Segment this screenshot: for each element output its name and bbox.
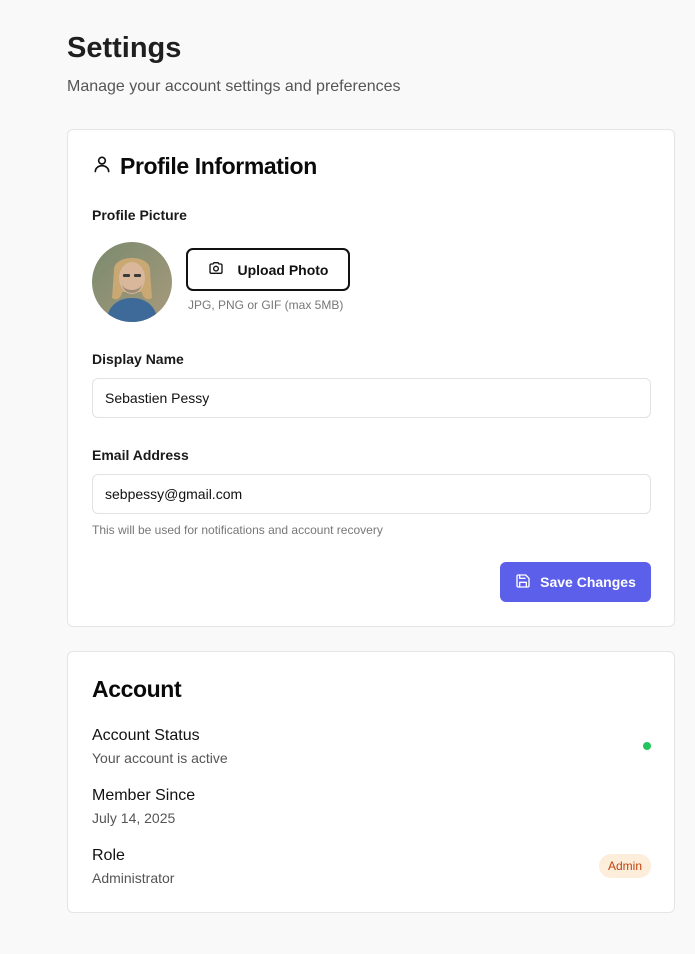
save-icon [515, 573, 531, 592]
role-value: Administrator [92, 870, 175, 886]
save-changes-button[interactable]: Save Changes [500, 562, 651, 602]
role-badge: Admin [599, 854, 651, 878]
page-header: Settings Manage your account settings an… [67, 32, 675, 97]
avatar [92, 242, 172, 322]
display-name-input[interactable]: Sebastien Pessy [92, 378, 651, 418]
account-card-title: Account [92, 676, 182, 702]
member-since-date: July 14, 2025 [92, 810, 176, 826]
account-status-title: Account Status [92, 727, 200, 744]
camera-icon [208, 260, 224, 279]
profile-card-header: Profile Information [92, 153, 317, 180]
save-changes-label: Save Changes [540, 574, 636, 590]
upload-hint: JPG, PNG or GIF (max 5MB) [188, 298, 344, 312]
upload-photo-button[interactable]: Upload Photo [186, 248, 350, 291]
account-card: Account Account Status Your account is a… [67, 651, 675, 913]
display-name-label: Display Name [92, 351, 184, 367]
email-input[interactable]: sebpessy@gmail.com [92, 474, 651, 514]
account-status-sub: Your account is active [92, 750, 228, 766]
email-label: Email Address [92, 447, 189, 463]
profile-card: Profile Information Profile Picture Uplo… [67, 129, 675, 627]
upload-photo-label: Upload Photo [237, 261, 329, 278]
page-subtitle: Manage your account settings and prefere… [67, 78, 401, 95]
page-title: Settings [67, 32, 182, 64]
member-since-title: Member Since [92, 787, 196, 804]
user-icon [92, 154, 112, 179]
profile-card-title: Profile Information [120, 153, 317, 179]
role-title: Role [92, 847, 125, 864]
profile-picture-label: Profile Picture [92, 207, 187, 223]
status-indicator [643, 742, 651, 750]
email-hint: This will be used for notifications and … [92, 523, 383, 537]
